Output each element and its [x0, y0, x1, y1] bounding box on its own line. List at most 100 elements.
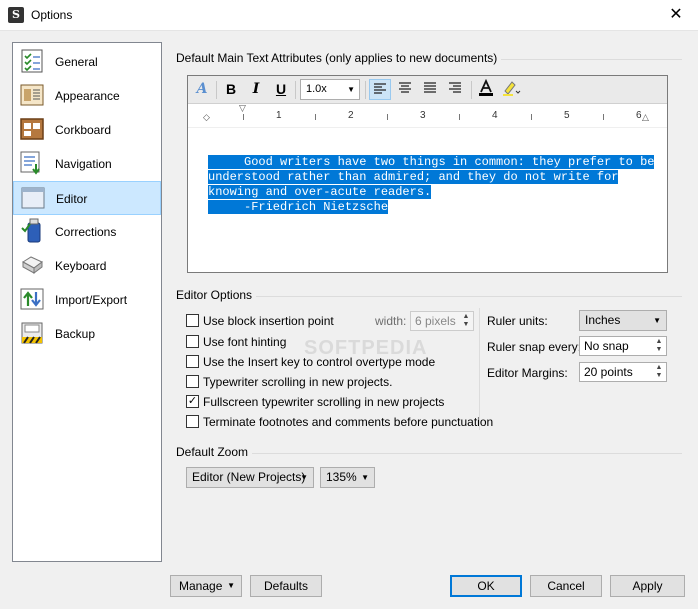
block-insertion-checkbox[interactable]: Use block insertion point	[186, 313, 366, 329]
line-spacing-value: 1.0x	[306, 83, 327, 95]
keyboard-icon	[22, 256, 43, 274]
italic-button[interactable]: I	[245, 79, 267, 100]
ok-button[interactable]: OK	[450, 575, 522, 597]
sidebar-item-navigation[interactable]: Navigation	[13, 147, 161, 181]
ruler-snap-value: No snap	[584, 339, 629, 353]
sidebar-item-keyboard[interactable]: Keyboard	[13, 249, 161, 283]
sample-line: understood rather than admired; and they…	[208, 170, 619, 184]
text-attributes-editor[interactable]: A B I U 1.0x ▼ ◇ ▽ △ 1 2 3 4 5 6 Good wr…	[187, 75, 668, 273]
sidebar-item-import-export[interactable]: Import/Export	[13, 283, 161, 317]
line-spacing-select[interactable]: 1.0x ▼	[300, 79, 360, 100]
checkbox-label: Fullscreen typewriter scrolling in new p…	[203, 395, 445, 409]
checkbox-box[interactable]	[186, 335, 199, 348]
width-label: width:	[375, 314, 407, 328]
checkbox-box[interactable]	[186, 355, 199, 368]
ruler-number: 2	[348, 110, 354, 121]
appearance-icon	[20, 84, 44, 106]
zoom-target-select[interactable]: Editor (New Projects) ▼	[186, 467, 314, 488]
toolbar-separator	[216, 81, 217, 99]
ruler-snap-stepper[interactable]: No snap ▲ ▼	[579, 336, 667, 356]
sidebar-item-label: Backup	[55, 327, 96, 341]
manage-button[interactable]: Manage ▼	[170, 575, 242, 597]
ruler-tick	[531, 114, 532, 120]
toolbar-separator	[295, 81, 296, 99]
stepper-up-icon[interactable]: ▲	[653, 338, 665, 346]
import-export-icon	[20, 288, 44, 310]
chevron-down-icon: ▼	[227, 581, 235, 590]
sidebar-item-backup[interactable]: Backup	[13, 317, 161, 351]
editor-options-title: Editor Options	[176, 288, 257, 302]
stepper-up-icon: ▲	[462, 313, 470, 320]
checklist-icon	[21, 49, 43, 73]
fullscreen-typewriter-checkbox[interactable]: ✓ Fullscreen typewriter scrolling in new…	[186, 394, 466, 410]
sidebar-item-appearance[interactable]: Appearance	[13, 79, 161, 113]
watermark: SOFTPEDIA	[304, 337, 428, 359]
chevron-down-icon: ▼	[347, 85, 355, 94]
ruler[interactable]: ◇ ▽ △ 1 2 3 4 5 6	[188, 103, 667, 128]
ruler-tick	[243, 114, 244, 120]
stepper-up-icon[interactable]: ▲	[653, 364, 665, 372]
terminate-footnotes-checkbox[interactable]: Terminate footnotes and comments before …	[186, 414, 493, 430]
insertion-width-stepper: 6 pixels ▲ ▼	[410, 311, 474, 331]
right-margin-marker-icon[interactable]: △	[642, 112, 649, 123]
checkbox-box[interactable]	[186, 314, 199, 327]
underline-button[interactable]: U	[270, 79, 292, 100]
sidebar-item-label: Corrections	[55, 225, 117, 239]
checkbox-box[interactable]	[186, 415, 199, 428]
corrections-icon	[21, 218, 41, 243]
editor-margins-stepper[interactable]: 20 points ▲ ▼	[579, 362, 667, 382]
ruler-number: 3	[420, 110, 426, 121]
title-bar: S Options ✕	[0, 0, 698, 31]
editor-margins-label: Editor Margins:	[487, 366, 568, 380]
left-margin-marker-icon[interactable]: ◇	[203, 112, 210, 123]
sample-text[interactable]: Good writers have two things in common: …	[208, 155, 655, 215]
sidebar-item-corrections[interactable]: Corrections	[13, 215, 161, 249]
stepper-down-icon[interactable]: ▼	[653, 346, 665, 354]
bold-button[interactable]: B	[220, 79, 242, 100]
cancel-button[interactable]: Cancel	[530, 575, 602, 597]
first-indent-marker-icon[interactable]: ▽	[239, 103, 246, 114]
chevron-down-icon: ▼	[300, 473, 308, 482]
ruler-units-select[interactable]: Inches ▼	[579, 310, 667, 331]
ruler-number: 1	[276, 110, 282, 121]
ruler-tick	[603, 114, 604, 120]
stepper-down-icon[interactable]: ▼	[653, 372, 665, 380]
zoom-level-value: 135%	[326, 470, 357, 484]
options-divider	[479, 308, 480, 430]
sidebar-item-general[interactable]: General	[13, 45, 161, 79]
align-left-button[interactable]	[369, 79, 391, 100]
sidebar-item-corkboard[interactable]: Corkboard	[13, 113, 161, 147]
options-sidebar: General Appearance Corkboard Navigation	[12, 42, 162, 562]
align-center-button[interactable]	[394, 79, 416, 100]
stepper-down-icon: ▼	[462, 321, 470, 328]
chevron-down-icon: ▼	[361, 473, 369, 482]
apply-button[interactable]: Apply	[610, 575, 685, 597]
align-justify-button[interactable]	[419, 79, 441, 100]
chevron-down-icon: ▼	[653, 316, 661, 325]
sidebar-item-label: Editor	[56, 192, 88, 206]
sidebar-item-label: General	[55, 55, 98, 69]
checkbox-label: Terminate footnotes and comments before …	[203, 415, 494, 429]
navigation-icon	[20, 151, 40, 175]
text-color-button[interactable]	[475, 78, 497, 100]
checkbox-box[interactable]: ✓	[186, 395, 199, 408]
sidebar-item-editor[interactable]: Editor	[13, 181, 161, 215]
defaults-button[interactable]: Defaults	[250, 575, 322, 597]
align-justify-icon	[424, 82, 436, 93]
typewriter-scrolling-checkbox[interactable]: Typewriter scrolling in new projects.	[186, 374, 466, 390]
highlight-button[interactable]	[500, 79, 522, 100]
sample-line: Good writers have two things in common: …	[208, 155, 655, 169]
sample-line: knowing and over-acute readers.	[208, 185, 432, 199]
ruler-number: 4	[492, 110, 498, 121]
editor-icon	[21, 187, 45, 209]
align-right-button[interactable]	[444, 79, 466, 100]
sidebar-item-label: Corkboard	[55, 123, 112, 137]
window-title: Options	[31, 8, 73, 22]
checkbox-box[interactable]	[186, 375, 199, 388]
default-zoom-title: Default Zoom	[176, 445, 253, 459]
font-styles-icon[interactable]: A	[191, 79, 213, 100]
zoom-level-select[interactable]: 135% ▼	[320, 467, 375, 488]
ruler-tick	[387, 114, 388, 120]
sidebar-item-label: Keyboard	[55, 259, 107, 273]
close-icon[interactable]: ✕	[654, 0, 698, 30]
